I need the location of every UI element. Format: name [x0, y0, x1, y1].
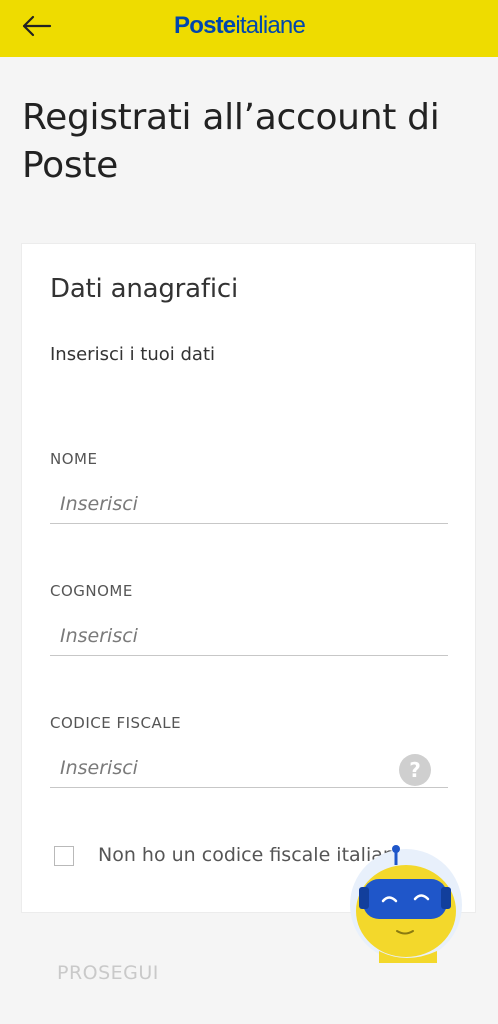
robot-assistant-icon[interactable] [349, 843, 464, 963]
cognome-label: COGNOME [50, 582, 133, 600]
page-title: Registrati all’account di Poste [22, 97, 440, 186]
continue-button[interactable]: PROSEGUI [57, 962, 159, 984]
registration-card: Dati anagrafici Inserisci i tuoi dati NO… [21, 243, 476, 913]
codice-fiscale-label: CODICE FISCALE [50, 714, 182, 732]
cognome-input[interactable] [50, 616, 448, 656]
question-mark-icon[interactable]: ? [399, 754, 431, 786]
arrow-left-icon [22, 15, 52, 41]
card-subtitle: Inserisci i tuoi dati [50, 344, 216, 365]
app-header: Posteitaliane [0, 0, 498, 57]
poste-italiane-logo: Posteitaliane [174, 12, 306, 39]
card-title: Dati anagrafici [50, 274, 239, 304]
back-button[interactable] [22, 10, 70, 46]
codice-fiscale-input[interactable] [50, 748, 448, 788]
no-codice-fiscale-checkbox[interactable] [54, 846, 74, 866]
nome-label: NOME [50, 450, 98, 468]
nome-input[interactable] [50, 484, 448, 524]
